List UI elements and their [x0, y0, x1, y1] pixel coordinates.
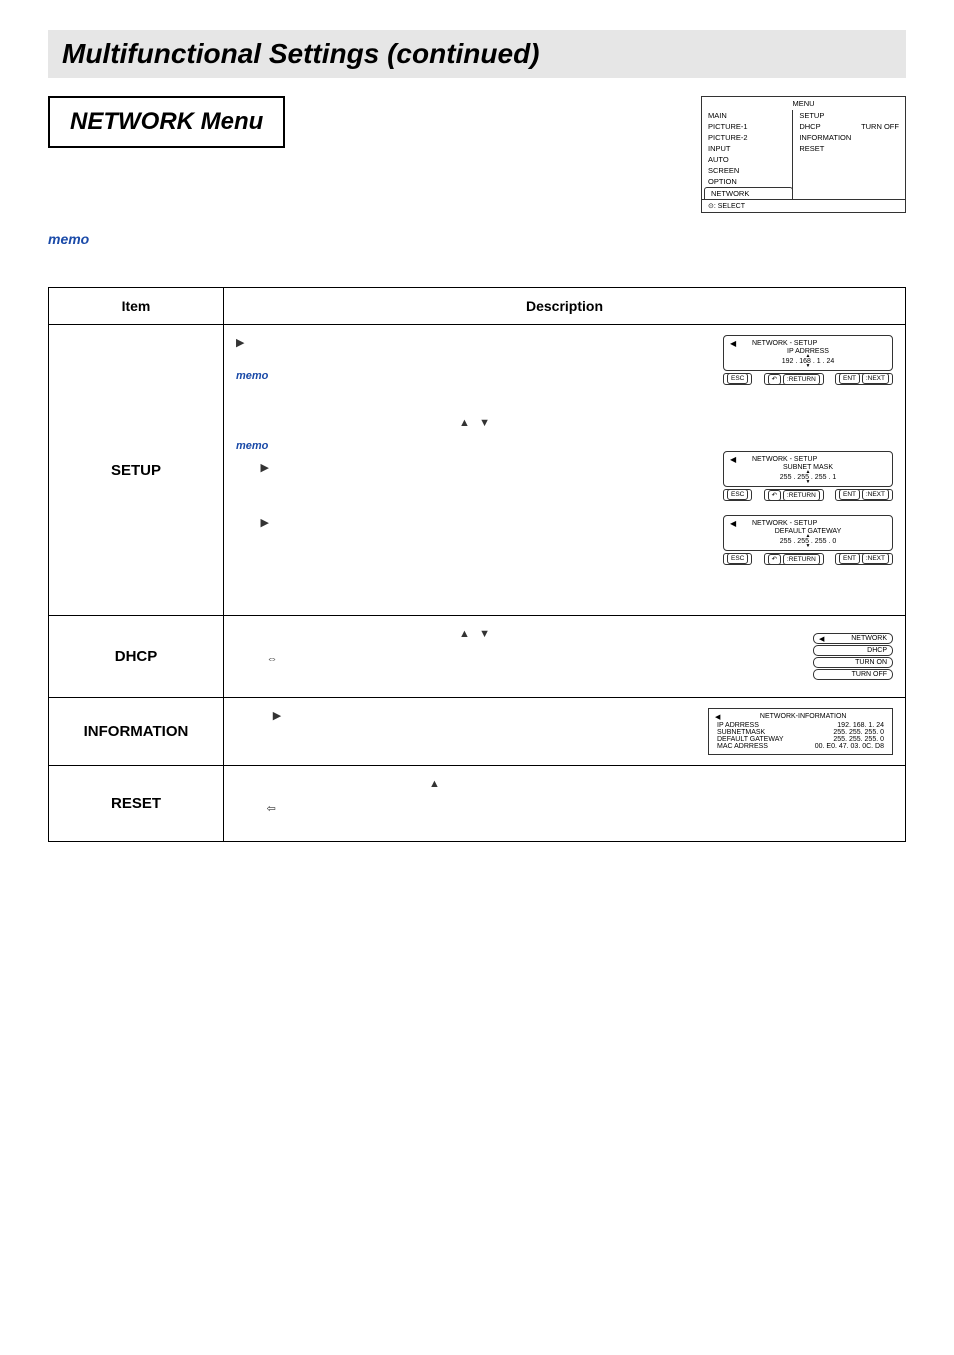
osd-setup-gateway: ◀ NETWORK - SETUP DEFAULT GATEWAY ▲255 .… [723, 515, 893, 565]
triangle-down-icon: ▼ [730, 365, 886, 368]
item-cell: INFORMATION [49, 698, 224, 766]
triangle-left-icon: ◀ [715, 713, 720, 721]
triangle-up-icon: ▲ [459, 626, 470, 643]
settings-table: Item Description SETUP ▶ memo ◀ NETWORK … [48, 287, 906, 842]
osd-left-item: AUTO [702, 154, 792, 165]
osd-right-item: INFORMATION [793, 132, 905, 143]
item-cell: SETUP [49, 325, 224, 616]
item-cell: DHCP [49, 616, 224, 698]
osd-menu-panel: MENU MAIN PICTURE-1 PICTURE-2 INPUT AUTO… [701, 96, 906, 213]
osd-dhcp: ◀NETWORK DHCP TURN ON TURN OFF [813, 633, 893, 681]
arrow-left-icon: ⇦ [267, 803, 276, 815]
undo-icon: ↶ [768, 554, 781, 565]
triangle-down-icon: ▼ [730, 545, 886, 548]
triangle-up-icon: ▲ [459, 415, 470, 432]
page-header: Multifunctional Settings (continued) [48, 30, 906, 78]
col-header-desc: Description [224, 288, 906, 325]
arrow-left-right-icon: ⇔ [267, 653, 278, 665]
menu-title: NETWORK Menu [48, 96, 285, 148]
triangle-right-icon: ▶ [260, 460, 268, 477]
table-row: INFORMATION ▶ ◀NETWORK-INFORMATION IP AD… [49, 698, 906, 766]
page-title: Multifunctional Settings (continued) [62, 38, 892, 70]
triangle-left-icon: ◀ [730, 519, 736, 528]
memo-label: memo [236, 440, 268, 452]
desc-cell: ▲ ⇦ [224, 766, 906, 842]
table-row: RESET ▲ ⇦ [49, 766, 906, 842]
osd-right-extra: TURN OFF [861, 122, 899, 131]
table-row: SETUP ▶ memo ◀ NETWORK - SETUP IP ADRRES… [49, 325, 906, 616]
osd-menu-header: MENU [702, 97, 905, 110]
osd-left-item: PICTURE-1 [702, 121, 792, 132]
desc-cell: ▶ memo ◀ NETWORK - SETUP IP ADRRESS ▲192… [224, 325, 906, 616]
osd-right-column: SETUP DHCP TURN OFF INFORMATION RESET [793, 110, 905, 199]
triangle-left-icon: ◀ [730, 339, 736, 348]
osd-left-item: SCREEN [702, 165, 792, 176]
osd-setup-ip: ◀ NETWORK - SETUP IP ADRRESS ▲192 . 168 … [723, 335, 893, 385]
osd-right-item: RESET [793, 143, 905, 154]
osd-right-item: DHCP [799, 122, 820, 131]
osd-left-item: INPUT [702, 143, 792, 154]
triangle-left-icon: ◀ [819, 635, 824, 643]
desc-cell: ▶ ◀NETWORK-INFORMATION IP ADRRESS192. 16… [224, 698, 906, 766]
undo-icon: ↶ [768, 374, 781, 385]
osd-left-item-selected: NETWORK [704, 187, 793, 199]
triangle-down-icon: ▼ [730, 481, 886, 484]
osd-right-item: SETUP [793, 110, 905, 121]
item-cell: RESET [49, 766, 224, 842]
title-row: NETWORK Menu MENU MAIN PICTURE-1 PICTURE… [48, 96, 906, 213]
col-header-item: Item [49, 288, 224, 325]
undo-icon: ↶ [768, 490, 781, 501]
osd-left-item: MAIN [702, 110, 792, 121]
osd-left-item: PICTURE-2 [702, 132, 792, 143]
triangle-up-icon: ▲ [429, 776, 440, 793]
osd-setup-subnet: ◀ NETWORK - SETUP SUBNET MASK ▲255 . 255… [723, 415, 893, 501]
triangle-left-icon: ◀ [730, 455, 736, 464]
triangle-down-icon: ▼ [479, 415, 490, 432]
triangle-right-icon: ▶ [236, 335, 244, 352]
osd-bottom-hint: ⊙: SELECT [702, 199, 905, 212]
memo-label: memo [236, 370, 268, 382]
desc-cell: ▲ ▼ ⇔ ◀NETWORK DHCP TURN ON TURN OFF [224, 616, 906, 698]
osd-left-item: OPTION [702, 176, 792, 187]
memo-label: memo [48, 231, 906, 247]
table-row: DHCP ▲ ▼ ⇔ ◀NETWORK DHC [49, 616, 906, 698]
osd-information: ◀NETWORK-INFORMATION IP ADRRESS192. 168.… [708, 708, 893, 755]
triangle-down-icon: ▼ [479, 626, 490, 643]
triangle-right-icon: ▶ [273, 708, 281, 725]
osd-left-column: MAIN PICTURE-1 PICTURE-2 INPUT AUTO SCRE… [702, 110, 793, 199]
triangle-right-icon: ▶ [260, 515, 268, 532]
